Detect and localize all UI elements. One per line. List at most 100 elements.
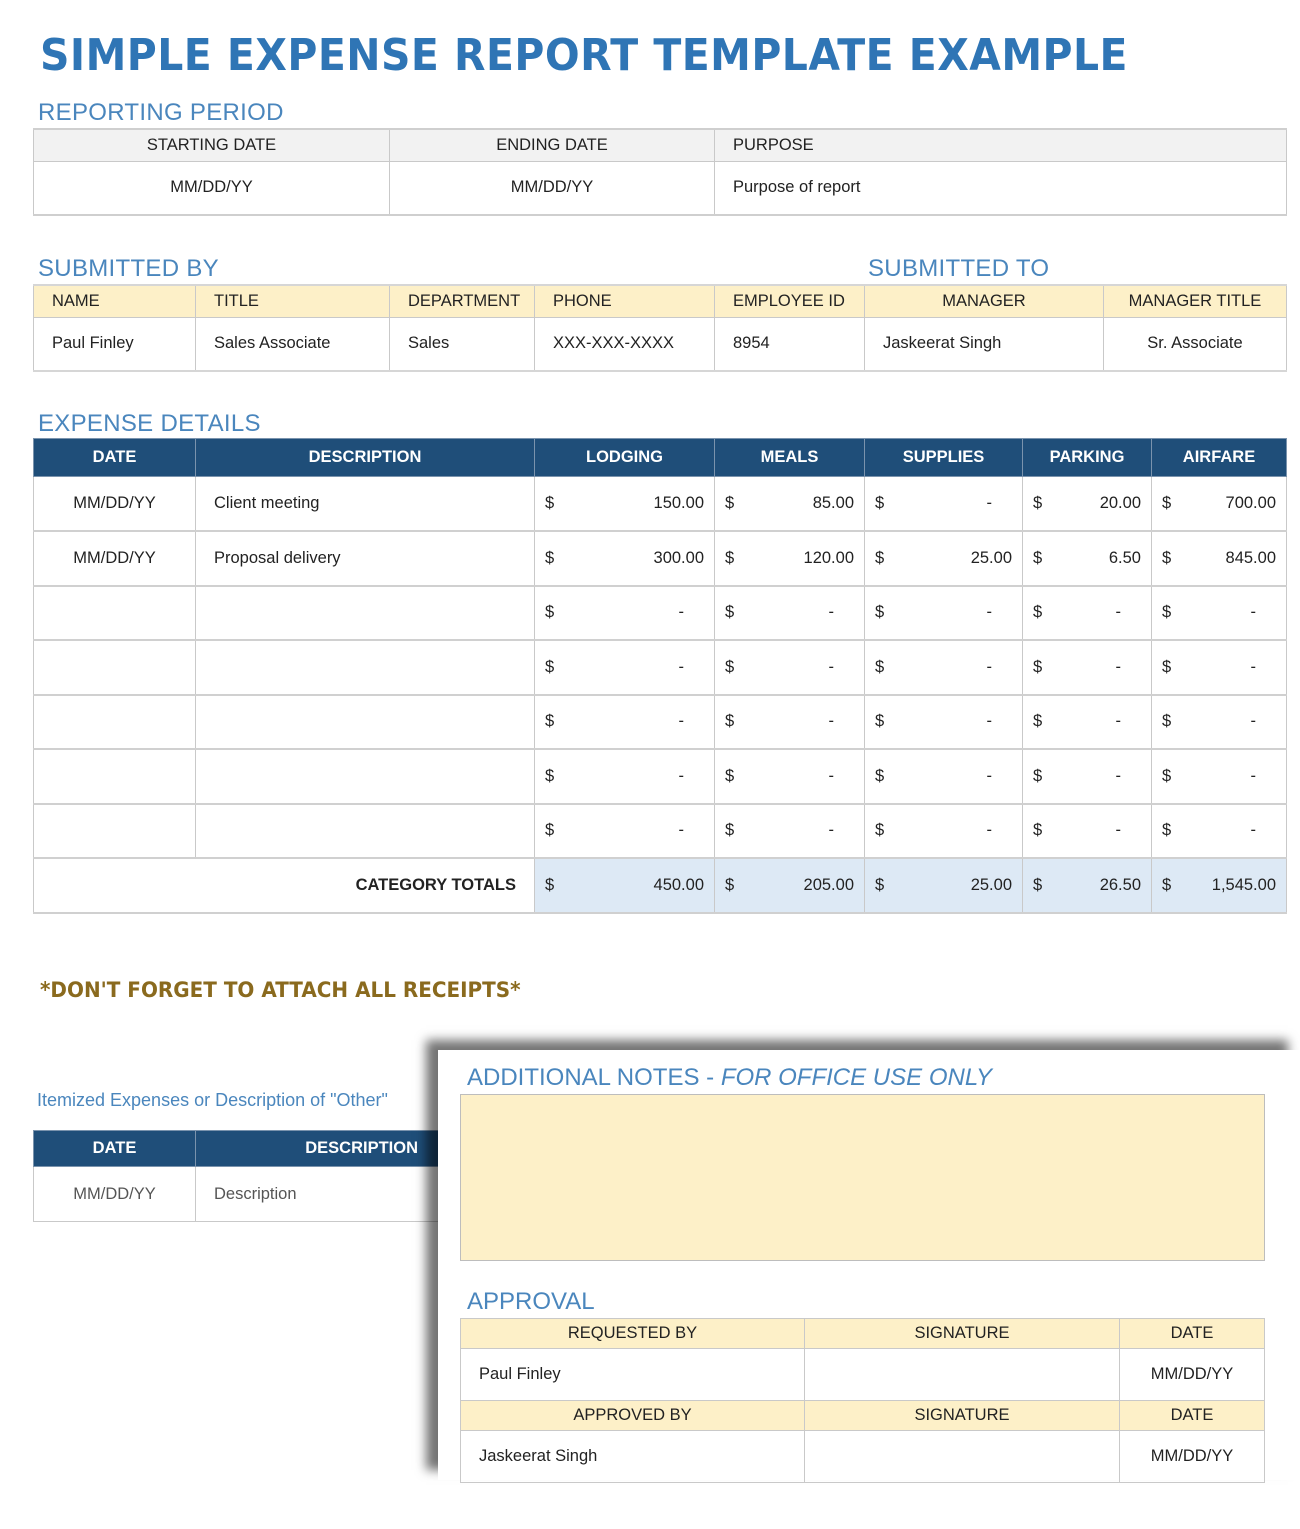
amount-value: 25.00 — [970, 548, 1012, 567]
expense-supplies-field[interactable]: $ - — [864, 585, 1023, 641]
expense-airfare-field[interactable]: $ - — [1151, 694, 1287, 750]
meals-column-header: MEALS — [714, 438, 865, 477]
ending-date-field[interactable]: MM/DD/YY — [389, 160, 715, 216]
amount-value: - — [1250, 766, 1257, 785]
amount-value: - — [986, 821, 993, 840]
approved-by-field[interactable]: Jaskeerat Singh — [460, 1430, 805, 1483]
expense-date-field[interactable]: MM/DD/YY — [33, 476, 196, 532]
expense-meals-field[interactable]: $ - — [714, 585, 865, 641]
approved-date-field[interactable]: MM/DD/YY — [1119, 1430, 1265, 1483]
expense-parking-field[interactable]: $ - — [1022, 694, 1152, 750]
expense-supplies-field[interactable]: $ - — [864, 476, 1023, 532]
itemized-description-field[interactable]: Description — [195, 1166, 453, 1222]
expense-airfare-field[interactable]: $845.00 — [1151, 530, 1287, 587]
manager-title-header: MANAGER TITLE — [1103, 284, 1287, 318]
expense-date-field[interactable] — [33, 694, 196, 750]
expense-description-field[interactable] — [195, 803, 535, 859]
approved-signature-field[interactable] — [804, 1430, 1120, 1483]
expense-lodging-field[interactable]: $150.00 — [534, 476, 715, 532]
expense-airfare-field[interactable]: $ - — [1151, 803, 1287, 859]
expense-supplies-field[interactable]: $ - — [864, 639, 1023, 696]
expense-date-field[interactable] — [33, 748, 196, 805]
expense-date-field[interactable]: MM/DD/YY — [33, 530, 196, 587]
requested-signature-field[interactable] — [804, 1348, 1120, 1401]
requested-date-header: DATE — [1119, 1318, 1265, 1349]
expense-meals-field[interactable]: $85.00 — [714, 476, 865, 532]
expense-parking-field[interactable]: $6.50 — [1022, 530, 1152, 587]
expense-lodging-field[interactable]: $ - — [534, 585, 715, 641]
expense-supplies-field[interactable]: $ - — [864, 803, 1023, 859]
amount-value: - — [986, 603, 993, 622]
expense-lodging-field[interactable]: $ - — [534, 639, 715, 696]
requested-date-field[interactable]: MM/DD/YY — [1119, 1348, 1265, 1401]
amount-value: 20.00 — [1099, 494, 1141, 512]
manager-field[interactable]: Jaskeerat Singh — [864, 316, 1104, 372]
expense-row: MM/DD/YY Client meeting $150.00 $85.00 $ - $20… — [33, 476, 1287, 532]
expense-description-field[interactable]: Proposal delivery — [195, 530, 535, 587]
expense-date-field[interactable] — [33, 639, 196, 696]
expense-parking-field[interactable]: $ - — [1022, 803, 1152, 859]
currency-symbol: $ — [725, 494, 735, 512]
manager-title-field[interactable]: Sr. Associate — [1103, 316, 1287, 372]
expense-row: $ - $ - $ - $ - $ - — [33, 748, 1287, 805]
itemized-date-field[interactable]: MM/DD/YY — [33, 1166, 196, 1222]
expense-parking-field[interactable]: $ - — [1022, 748, 1152, 805]
requested-by-field[interactable]: Paul Finley — [460, 1348, 805, 1401]
employee-id-field[interactable]: 8954 — [714, 316, 865, 372]
supplies-total: $25.00 — [864, 857, 1023, 914]
expense-meals-field[interactable]: $ - — [714, 748, 865, 805]
expense-lodging-field[interactable]: $ - — [534, 803, 715, 859]
amount-value: 845.00 — [1225, 548, 1276, 567]
expense-date-field[interactable] — [33, 585, 196, 641]
currency-symbol: $ — [1162, 875, 1172, 894]
currency-symbol: $ — [545, 875, 555, 894]
amount-value: 85.00 — [812, 494, 854, 512]
expense-parking-field[interactable]: $20.00 — [1022, 476, 1152, 532]
currency-symbol: $ — [1033, 603, 1043, 622]
amount-value: - — [986, 766, 993, 785]
expense-supplies-field[interactable]: $25.00 — [864, 530, 1023, 587]
expense-meals-field[interactable]: $ - — [714, 803, 865, 859]
expense-description-field[interactable] — [195, 694, 535, 750]
expense-details-table: DATE DESCRIPTION LODGING MEALS SUPPLIES … — [33, 438, 1287, 914]
expense-lodging-field[interactable]: $300.00 — [534, 530, 715, 587]
amount-value: - — [1250, 603, 1257, 622]
expense-supplies-field[interactable]: $ - — [864, 694, 1023, 750]
expense-airfare-field[interactable]: $ - — [1151, 585, 1287, 641]
name-field[interactable]: Paul Finley — [33, 316, 196, 372]
currency-symbol: $ — [725, 875, 735, 894]
expense-meals-field[interactable]: $ - — [714, 694, 865, 750]
title-field[interactable]: Sales Associate — [195, 316, 390, 372]
expense-parking-field[interactable]: $ - — [1022, 585, 1152, 641]
amount-value: - — [678, 821, 685, 840]
expense-meals-field[interactable]: $ - — [714, 639, 865, 696]
itemized-description-header: DESCRIPTION — [195, 1130, 453, 1167]
supplies-column-header: SUPPLIES — [864, 438, 1023, 477]
expense-airfare-field[interactable]: $700.00 — [1151, 476, 1287, 532]
expense-meals-field[interactable]: $120.00 — [714, 530, 865, 587]
amount-value: - — [1115, 657, 1122, 676]
currency-symbol: $ — [875, 712, 885, 731]
currency-symbol: $ — [875, 603, 885, 622]
amount-value: - — [678, 657, 685, 676]
expense-lodging-field[interactable]: $ - — [534, 748, 715, 805]
expense-description-field[interactable] — [195, 585, 535, 641]
currency-symbol: $ — [875, 548, 885, 567]
expense-description-field[interactable] — [195, 639, 535, 696]
expense-parking-field[interactable]: $ - — [1022, 639, 1152, 696]
starting-date-field[interactable]: MM/DD/YY — [33, 160, 390, 216]
expense-airfare-field[interactable]: $ - — [1151, 748, 1287, 805]
parking-total: $26.50 — [1022, 857, 1152, 914]
department-field[interactable]: Sales — [389, 316, 535, 372]
additional-notes-field[interactable] — [460, 1094, 1265, 1261]
expense-airfare-field[interactable]: $ - — [1151, 639, 1287, 696]
expense-details-label: EXPENSE DETAILS — [38, 410, 261, 437]
expense-description-field[interactable] — [195, 748, 535, 805]
purpose-field[interactable]: Purpose of report — [714, 160, 1287, 216]
expense-lodging-field[interactable]: $ - — [534, 694, 715, 750]
phone-field[interactable]: XXX-XXX-XXXX — [534, 316, 715, 372]
amount-value: 120.00 — [803, 548, 854, 567]
expense-description-field[interactable]: Client meeting — [195, 476, 535, 532]
expense-date-field[interactable] — [33, 803, 196, 859]
expense-supplies-field[interactable]: $ - — [864, 748, 1023, 805]
